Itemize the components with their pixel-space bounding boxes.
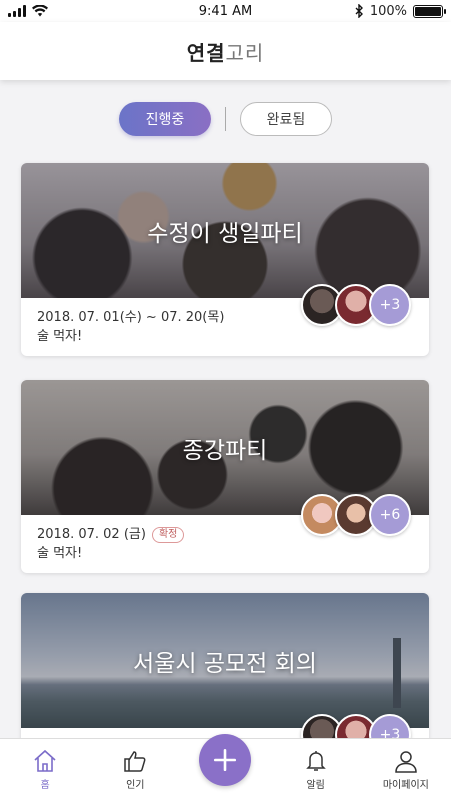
home-icon: [34, 749, 56, 772]
nav-home-label: 홈: [40, 780, 50, 791]
add-event-button[interactable]: [199, 733, 252, 786]
bluetooth-icon: [355, 4, 363, 18]
nav-notifications[interactable]: 알림: [276, 748, 356, 791]
person-icon: [395, 751, 417, 773]
event-date: 2018. 07. 02 (금): [37, 527, 146, 542]
nav-mypage-label: 마이페이지: [382, 780, 429, 791]
participant-avatars[interactable]: +3: [301, 284, 411, 326]
nav-mypage[interactable]: 마이페이지: [366, 748, 446, 791]
app-title: 연결고리: [187, 37, 265, 66]
bottom-nav: 홈 인기 알림 마이페이지: [0, 733, 451, 800]
confirmed-badge: 확정: [151, 526, 185, 543]
status-tabs: 진행중 완료됨: [0, 102, 451, 136]
event-description: 술 먹자!: [37, 546, 83, 561]
bell-icon: [305, 751, 326, 771]
wifi-icon: [32, 5, 48, 17]
event-description: 술 먹자!: [37, 329, 83, 344]
event-card-image: 서울시 공모전 회의: [21, 593, 429, 728]
event-card[interactable]: 종강파티 2018. 07. 02 (금) 확정 술 먹자! +6: [21, 380, 429, 573]
thumbs-up-icon: [124, 751, 146, 772]
event-title: 종강파티: [182, 437, 268, 464]
nav-popular[interactable]: 인기: [95, 748, 175, 791]
event-date: 2018. 07. 01(수) ~ 07. 20(목): [37, 310, 225, 325]
event-title: 서울시 공모전 회의: [133, 650, 317, 677]
participant-avatars[interactable]: +6: [301, 494, 411, 536]
battery-percent: 100%: [369, 3, 407, 19]
status-bar: 9:41 AM 100%: [0, 0, 451, 22]
battery-fill: [415, 6, 441, 16]
nav-home[interactable]: 홈: [5, 748, 85, 791]
app-header: 연결고리: [0, 22, 451, 80]
app-title-bold: 연결: [186, 40, 226, 65]
tab-in-progress[interactable]: 진행중: [119, 102, 211, 136]
battery-icon: [413, 4, 446, 18]
tab-divider: [225, 107, 226, 131]
event-card[interactable]: 서울시 공모전 회의 +3: [21, 593, 429, 753]
nav-add[interactable]: [185, 733, 265, 786]
signal-icon: [8, 5, 26, 17]
status-right: 100%: [355, 3, 446, 19]
event-card-image: 수정이 생일파티: [21, 163, 429, 298]
nav-popular-label: 인기: [126, 780, 145, 791]
nav-notifications-label: 알림: [306, 780, 325, 791]
event-title: 수정이 생일파티: [147, 220, 303, 247]
tab-completed[interactable]: 완료됨: [240, 102, 332, 136]
more-participants-badge: +3: [369, 284, 411, 326]
event-card[interactable]: 수정이 생일파티 2018. 07. 01(수) ~ 07. 20(목) 술 먹…: [21, 163, 429, 356]
more-participants-badge: +6: [369, 494, 411, 536]
plus-icon: [214, 748, 237, 771]
status-time: 9:41 AM: [198, 3, 253, 19]
status-left: [8, 5, 48, 17]
app-title-light: 고리: [225, 40, 265, 65]
